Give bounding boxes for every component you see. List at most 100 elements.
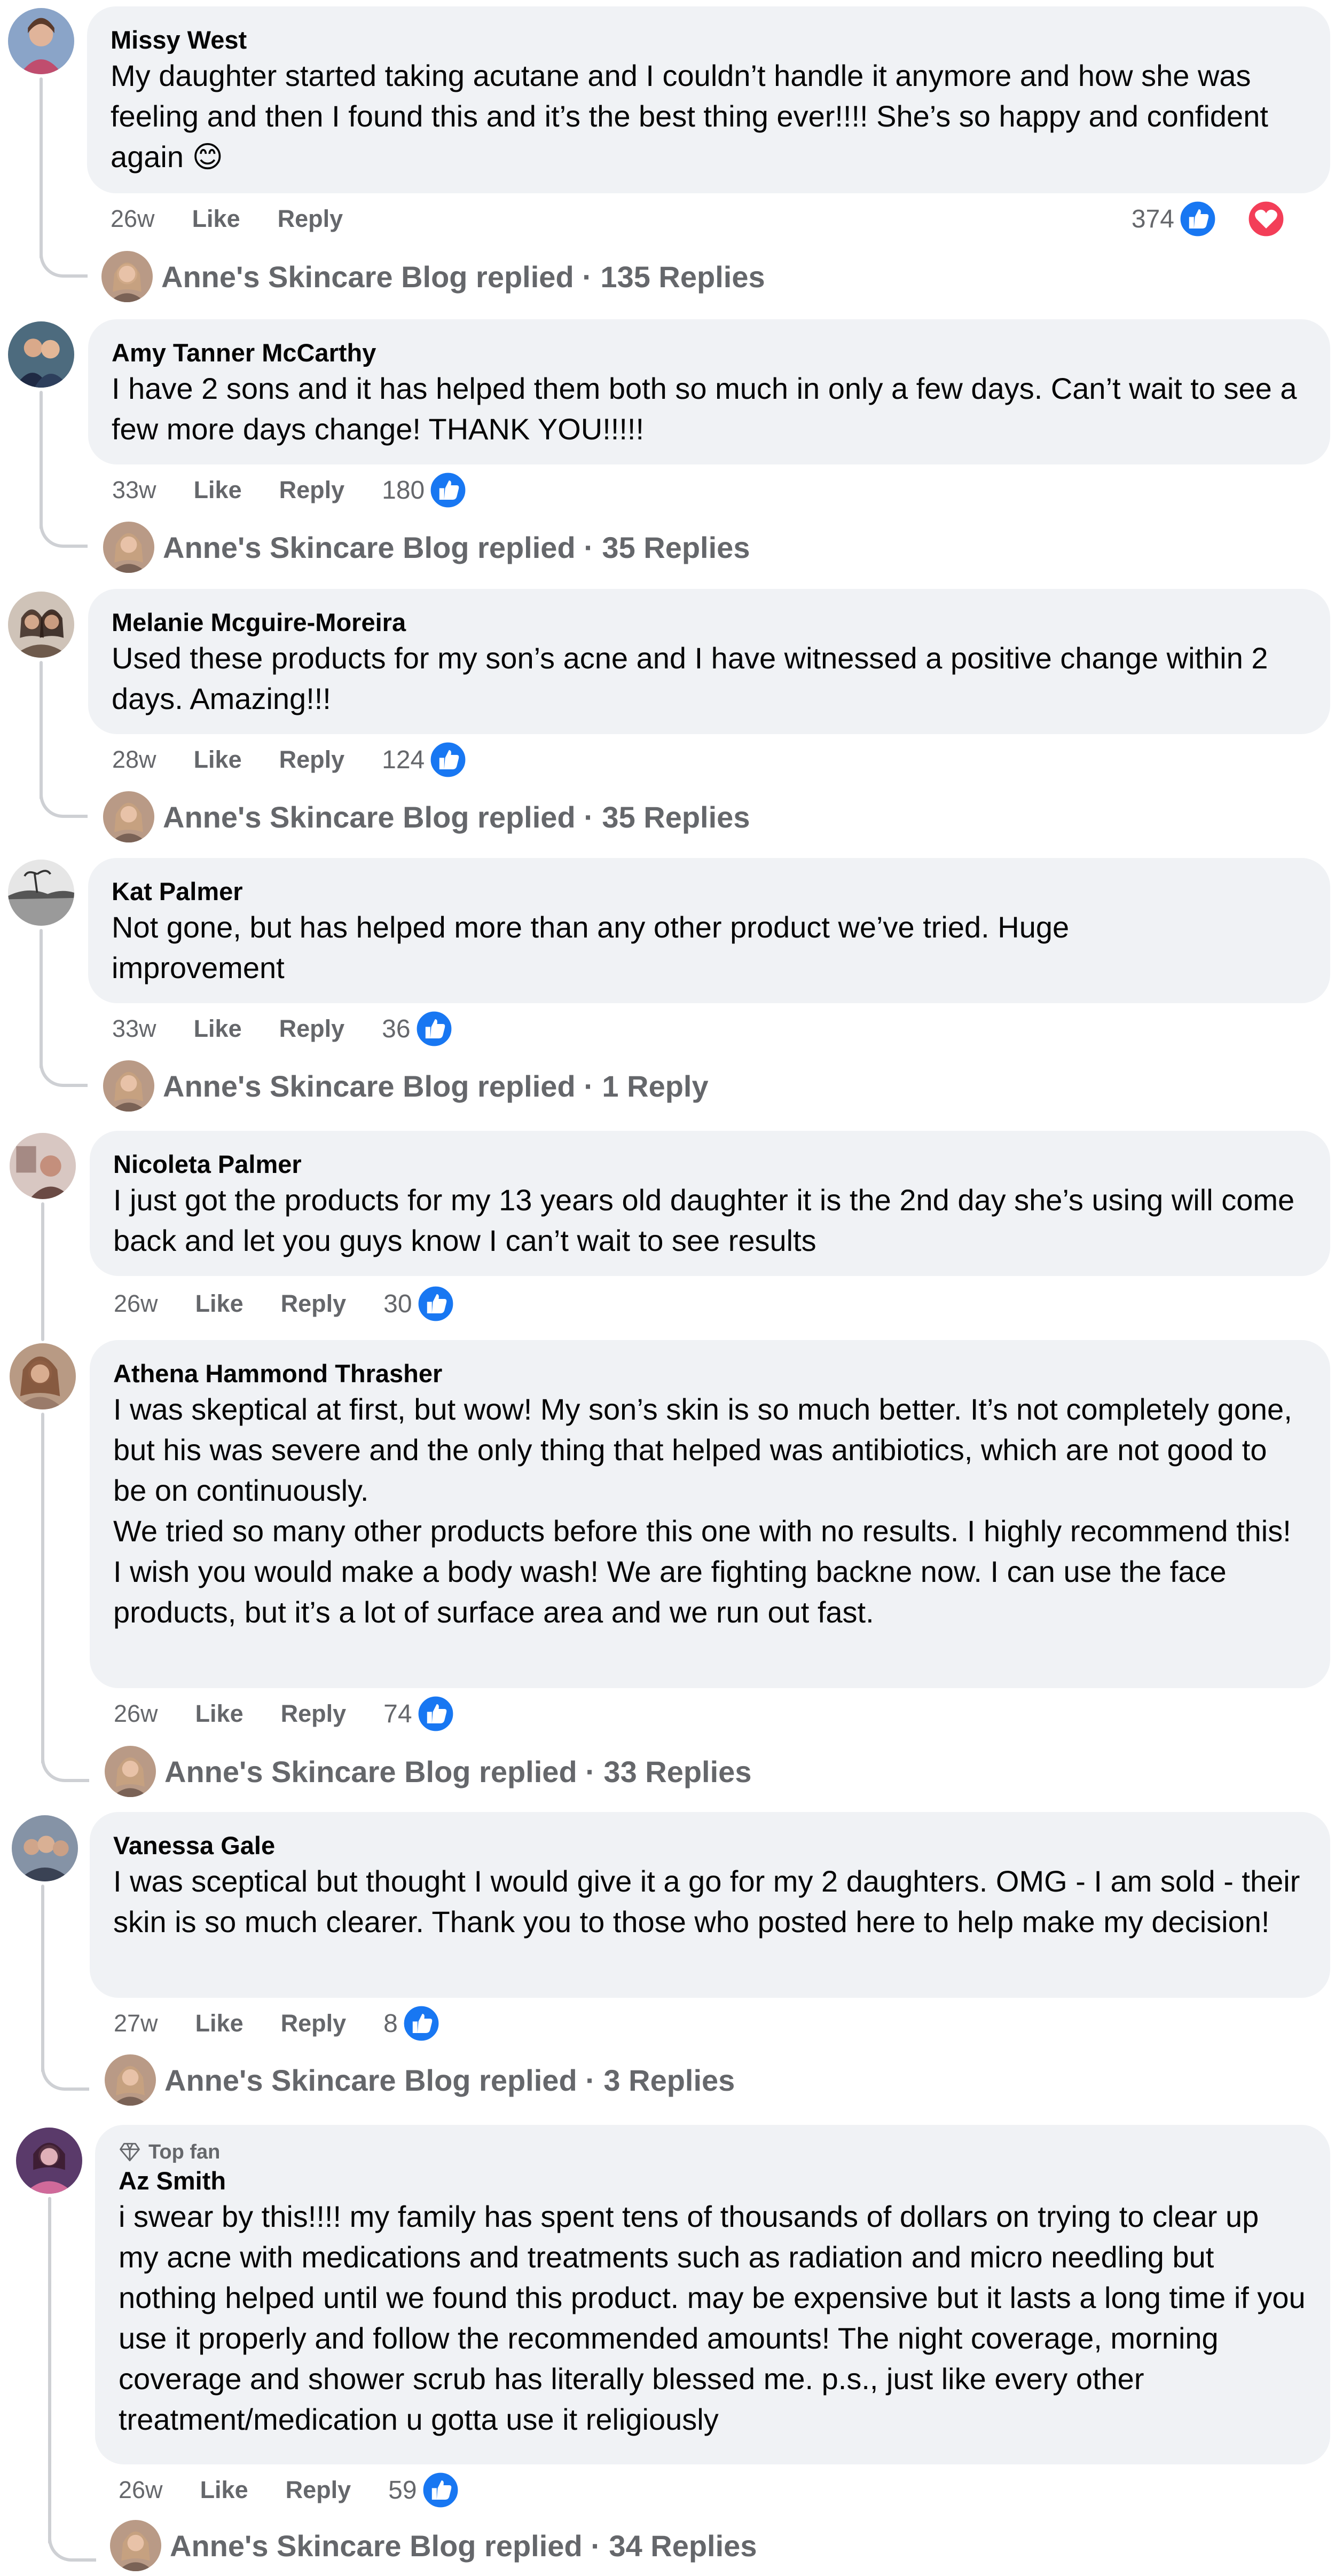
comment-bubble: Vanessa Gale I was sceptical but thought… xyxy=(90,1812,1330,1998)
like-icon xyxy=(429,740,468,779)
reaction-summary[interactable]: 124 xyxy=(382,740,505,779)
view-replies-link[interactable]: Anne's Skincare Blog replied · 34 Replie… xyxy=(110,2520,757,2571)
reaction-count: 59 xyxy=(388,2476,417,2504)
like-button[interactable]: Like xyxy=(195,1700,244,1728)
top-fan-label: Top fan xyxy=(148,2141,221,2163)
page-avatar xyxy=(101,251,153,302)
like-icon xyxy=(416,1285,455,1323)
thread-connector xyxy=(41,2060,89,2091)
reaction-count: 374 xyxy=(1131,204,1174,233)
view-replies-link[interactable]: Anne's Skincare Blog replied · 3 Replies xyxy=(105,2054,735,2106)
comment-bubble: Kat Palmer Not gone, but has helped more… xyxy=(88,858,1330,1003)
like-icon xyxy=(429,471,468,509)
like-button[interactable]: Like xyxy=(194,1015,242,1043)
comment-actions: 26w Like Reply 374 xyxy=(111,198,1323,240)
avatar[interactable] xyxy=(8,321,74,388)
view-replies-link[interactable]: Anne's Skincare Blog replied · 35 Replie… xyxy=(103,522,750,573)
comment-timestamp[interactable]: 27w xyxy=(114,2010,158,2037)
comment-bubble: Melanie Mcguire-Moreira Used these produ… xyxy=(88,589,1330,734)
thread-line xyxy=(41,1885,44,2073)
reply-summary: Anne's Skincare Blog replied · 34 Replie… xyxy=(170,2528,757,2563)
view-replies-link[interactable]: Anne's Skincare Blog replied · 33 Replie… xyxy=(105,1746,751,1797)
reply-button[interactable]: Reply xyxy=(281,1700,347,1728)
comment-text: I was skeptical at first, but wow! My so… xyxy=(113,1392,1292,1629)
comment-actions: 33w Like Reply 180 xyxy=(112,469,505,511)
diamond-icon xyxy=(119,2141,141,2163)
thread-connector xyxy=(40,1056,88,1087)
comment-timestamp[interactable]: 33w xyxy=(112,476,156,504)
reaction-summary[interactable]: 180 xyxy=(382,471,505,509)
like-icon xyxy=(1179,200,1217,238)
reaction-count: 36 xyxy=(382,1014,411,1043)
thread-connector xyxy=(40,247,88,278)
reply-button[interactable]: Reply xyxy=(279,476,345,504)
thread-line xyxy=(40,391,43,530)
reaction-summary[interactable]: 30 xyxy=(383,1285,492,1323)
page-avatar xyxy=(110,2520,161,2571)
avatar[interactable] xyxy=(16,2128,82,2194)
comment-bubble: Nicoleta Palmer I just got the products … xyxy=(90,1131,1330,1276)
reply-button[interactable]: Reply xyxy=(281,2010,347,2037)
view-replies-link[interactable]: Anne's Skincare Blog replied · 35 Replie… xyxy=(103,791,750,842)
like-button[interactable]: Like xyxy=(194,746,242,774)
avatar[interactable] xyxy=(12,1815,78,1881)
comment-author[interactable]: Nicoleta Palmer xyxy=(113,1149,1307,1180)
comment-author[interactable]: Missy West xyxy=(111,25,1307,56)
reply-button[interactable]: Reply xyxy=(279,1015,345,1043)
like-button[interactable]: Like xyxy=(200,2476,248,2504)
comment-text: I was sceptical but thought I would give… xyxy=(113,1864,1308,1939)
avatar[interactable] xyxy=(8,592,74,658)
comment-timestamp[interactable]: 28w xyxy=(112,746,156,774)
reaction-count: 8 xyxy=(383,2009,398,2038)
avatar[interactable] xyxy=(10,1343,76,1409)
reaction-summary[interactable]: 74 xyxy=(383,1695,492,1733)
comment-timestamp[interactable]: 26w xyxy=(114,1700,158,1728)
like-button[interactable]: Like xyxy=(195,2010,244,2037)
reply-summary: Anne's Skincare Blog replied · 33 Replie… xyxy=(164,1754,752,1789)
comment-timestamp[interactable]: 26w xyxy=(114,1290,158,1318)
comment-text: Used these products for my son’s acne an… xyxy=(112,641,1277,715)
reaction-summary[interactable]: 8 xyxy=(383,2004,478,2043)
comment-author[interactable]: Athena Hammond Thrasher xyxy=(113,1358,1307,1389)
page-avatar xyxy=(103,522,154,573)
reaction-summary[interactable]: 59 xyxy=(388,2471,497,2509)
comment-author[interactable]: Vanessa Gale xyxy=(113,1830,1307,1861)
comment-actions: 26w Like Reply 30 xyxy=(114,1282,492,1325)
reaction-count: 124 xyxy=(382,745,425,774)
comment-author[interactable]: Kat Palmer xyxy=(112,876,1307,907)
reply-button[interactable]: Reply xyxy=(279,746,345,774)
comment-timestamp[interactable]: 26w xyxy=(119,2476,163,2504)
thread-connector xyxy=(40,787,88,818)
avatar[interactable] xyxy=(8,860,74,926)
thread-line xyxy=(41,1413,44,1764)
like-icon xyxy=(402,2004,441,2043)
comment-author[interactable]: Amy Tanner McCarthy xyxy=(112,337,1307,368)
comment-actions: 26w Like Reply 59 xyxy=(119,2469,497,2511)
avatar[interactable] xyxy=(8,8,74,74)
reaction-summary[interactable]: 374 xyxy=(1132,200,1323,238)
like-button[interactable]: Like xyxy=(192,205,240,233)
comment-bubble: Top fan Az Smith i swear by this!!!! my … xyxy=(95,2125,1330,2464)
reaction-summary[interactable]: 36 xyxy=(382,1010,490,1048)
like-button[interactable]: Like xyxy=(194,476,242,504)
comment-text: Not gone, but has helped more than any o… xyxy=(112,910,1078,984)
comment-actions: 27w Like Reply 8 xyxy=(114,2002,478,2045)
comment-bubble: Missy West My daughter started taking ac… xyxy=(87,6,1330,193)
reply-button[interactable]: Reply xyxy=(286,2476,351,2504)
reply-button[interactable]: Reply xyxy=(278,205,343,233)
view-replies-link[interactable]: Anne's Skincare Blog replied · 135 Repli… xyxy=(101,251,765,302)
comment-actions: 33w Like Reply 36 xyxy=(112,1007,491,1050)
comment-timestamp[interactable]: 26w xyxy=(111,205,155,233)
like-icon xyxy=(421,2471,460,2509)
comment-author[interactable]: Melanie Mcguire-Moreira xyxy=(112,607,1307,638)
comment-author[interactable]: Az Smith xyxy=(119,2165,1307,2196)
reply-summary: Anne's Skincare Blog replied · 1 Reply xyxy=(163,1069,709,1103)
comment-timestamp[interactable]: 33w xyxy=(112,1015,156,1043)
avatar[interactable] xyxy=(10,1133,76,1199)
like-icon xyxy=(416,1695,455,1733)
like-button[interactable]: Like xyxy=(195,1290,244,1318)
view-replies-link[interactable]: Anne's Skincare Blog replied · 1 Reply xyxy=(103,1060,709,1112)
reply-button[interactable]: Reply xyxy=(281,1290,347,1318)
comment-bubble: Amy Tanner McCarthy I have 2 sons and it… xyxy=(88,319,1330,464)
thread-line xyxy=(40,929,43,1069)
